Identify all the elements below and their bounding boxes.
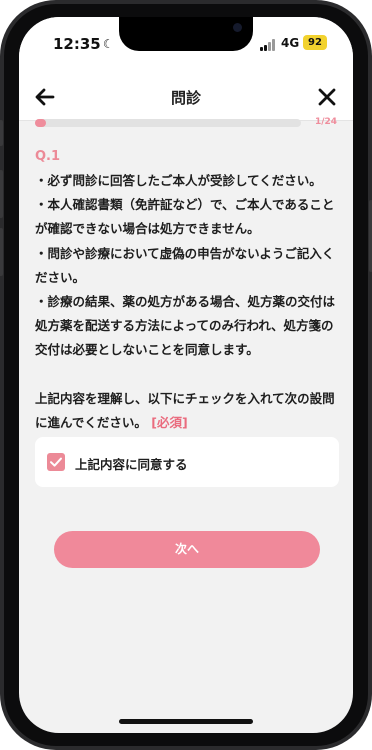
required-label: [必須] [151, 415, 188, 431]
mute-switch [0, 120, 3, 146]
screen: 12:35 ☾ 4G 92 問診 1/24 Q.1 ・必ず問診に回答したご本人が… [19, 17, 353, 733]
question-line: ださい。 [35, 269, 86, 285]
phone-frame: 12:35 ☾ 4G 92 問診 1/24 Q.1 ・必ず問診に回答したご本人が… [0, 0, 372, 750]
next-button[interactable]: 次へ [54, 531, 320, 568]
agree-checkbox-label[interactable]: 上記内容に同意する [75, 454, 188, 473]
question-line: 処方薬を配送する方法によってのみ行われ、処方箋の [35, 318, 334, 334]
camera-icon [233, 23, 242, 32]
question-line: ・問診や診療において虚偽の申告がないようご記入く [35, 245, 335, 261]
network-type: 4G [281, 36, 300, 50]
question-line: が確認できない場合は処方できません。 [35, 221, 260, 237]
status-bar: 12:35 ☾ 4G 92 [19, 17, 353, 73]
question-body: ・必ず問診に回答したご本人が受診してください。 ・本人確認書類（免許証など）で、… [35, 169, 339, 435]
notch [119, 17, 253, 51]
home-indicator [119, 719, 253, 724]
agree-checkbox[interactable] [47, 453, 65, 471]
checkmark-icon [50, 457, 62, 467]
instruction-line: に進んでください。 [必須] [35, 411, 339, 435]
nav-bar: 問診 [19, 73, 353, 121]
status-time: 12:35 [53, 35, 101, 53]
moon-icon: ☾ [103, 37, 114, 51]
question-line: 交付は必要としないことを同意します。 [35, 342, 259, 358]
close-icon [318, 88, 336, 106]
instruction-text: に進んでください。 [35, 415, 147, 431]
question-number: Q.1 [35, 149, 61, 164]
agree-checkbox-card[interactable]: 上記内容に同意する [35, 437, 339, 487]
question-line: ・本人確認書類（免許証など）で、ご本人であること [35, 197, 335, 213]
close-button[interactable] [313, 83, 341, 111]
page-title: 問診 [170, 89, 201, 107]
progress-bar [35, 119, 301, 127]
progress-fill [35, 119, 47, 127]
volume-down-button [0, 228, 3, 276]
volume-up-button [0, 170, 3, 218]
battery-level: 92 [308, 37, 322, 48]
signal-icon [260, 39, 278, 51]
question-line: ・診療の結果、薬の処方がある場合、処方薬の交付は [35, 294, 336, 310]
battery-icon: 92 [303, 35, 327, 50]
question-line: ・必ず問診に回答したご本人が受診してください。 [35, 173, 322, 188]
instruction-line: 上記内容を理解し、以下にチェックを入れて次の設問 [35, 390, 335, 406]
progress-counter: 1/24 [315, 117, 338, 127]
